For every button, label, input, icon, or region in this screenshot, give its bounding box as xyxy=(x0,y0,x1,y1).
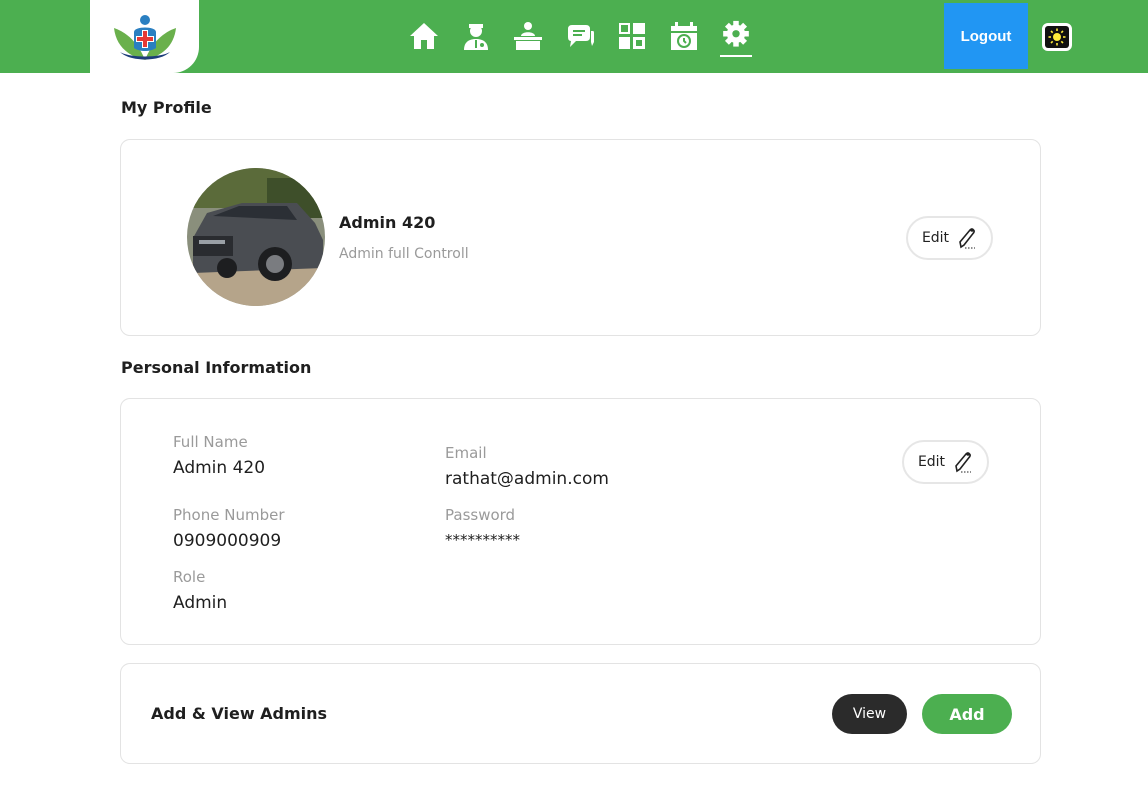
role-label: Role xyxy=(173,568,206,586)
nav-reception[interactable] xyxy=(502,17,554,57)
email-value: rathat@admin.com xyxy=(445,469,609,489)
admins-card: Add & View Admins View Add xyxy=(120,663,1041,764)
reception-desk-icon xyxy=(514,22,542,50)
nav-appointments[interactable] xyxy=(658,17,710,57)
add-admin-button[interactable]: Add xyxy=(922,694,1012,734)
edit-profile-button[interactable]: Edit xyxy=(906,216,993,260)
pencil-icon xyxy=(955,452,972,473)
top-navbar: Logout xyxy=(0,0,1148,73)
nav-doctors[interactable] xyxy=(450,17,502,57)
profile-subtitle: Admin full Controll xyxy=(339,246,469,262)
grid-icon xyxy=(619,23,645,49)
chat-icon xyxy=(568,25,594,47)
logout-button[interactable]: Logout xyxy=(944,3,1028,69)
admins-title: Add & View Admins xyxy=(151,704,328,723)
logo[interactable] xyxy=(90,0,199,73)
avatar xyxy=(187,168,325,306)
gear-icon xyxy=(720,20,752,57)
password-label: Password xyxy=(445,506,516,524)
edit-label: Edit xyxy=(921,230,950,246)
medical-cross-leaf-logo-icon xyxy=(113,14,176,60)
sun-icon xyxy=(1048,28,1066,46)
profile-card: Admin 420 Admin full Controll Edit xyxy=(120,139,1041,336)
password-value: ********** xyxy=(445,531,520,549)
nav-icons xyxy=(398,17,762,57)
home-icon xyxy=(410,23,438,49)
role-value: Admin xyxy=(173,593,228,613)
pencil-icon xyxy=(959,228,976,249)
my-profile-title: My Profile xyxy=(121,98,212,117)
full-name-label: Full Name xyxy=(173,433,248,451)
email-label: Email xyxy=(445,444,487,462)
nav-messages[interactable] xyxy=(554,17,606,57)
theme-toggle-button[interactable] xyxy=(1042,23,1072,51)
edit-label: Edit xyxy=(917,454,946,470)
view-admins-button[interactable]: View xyxy=(832,694,907,734)
personal-info-card: Full Name Admin 420 Email rathat@admin.c… xyxy=(120,398,1041,645)
profile-name: Admin 420 xyxy=(339,213,436,232)
nav-departments[interactable] xyxy=(606,17,658,57)
edit-personal-info-button[interactable]: Edit xyxy=(902,440,989,484)
nav-home[interactable] xyxy=(398,17,450,57)
phone-number-label: Phone Number xyxy=(173,506,285,524)
calendar-icon xyxy=(671,22,697,50)
doctor-icon xyxy=(464,24,488,50)
full-name-value: Admin 420 xyxy=(173,458,266,478)
personal-information-title: Personal Information xyxy=(121,358,312,377)
phone-number-value: 0909000909 xyxy=(173,531,282,551)
avatar-car-photo xyxy=(187,168,325,306)
nav-settings[interactable] xyxy=(710,17,762,57)
